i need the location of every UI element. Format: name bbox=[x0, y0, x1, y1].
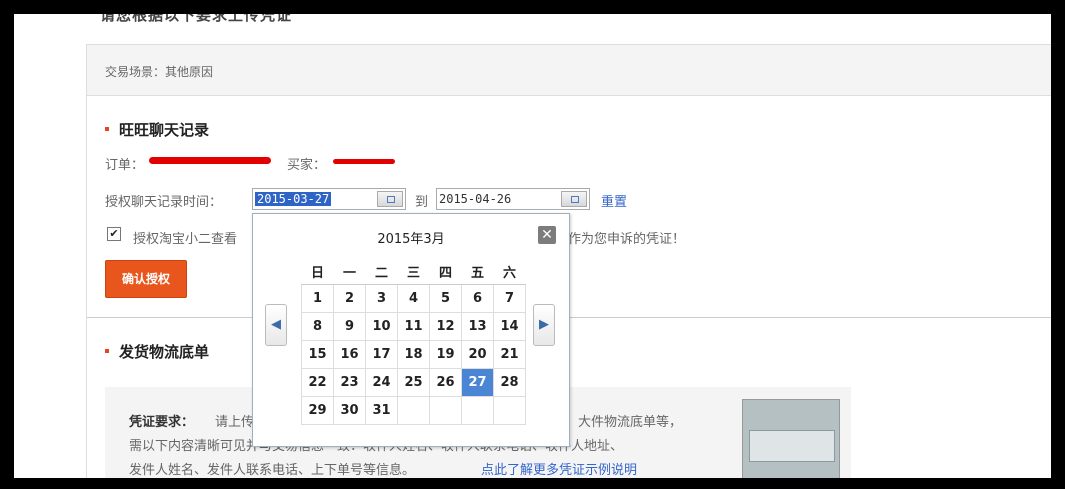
calendar-empty-cell bbox=[461, 396, 494, 425]
authorize-text-end: ，作为您申诉的凭证！ bbox=[555, 232, 686, 247]
authorize-checkbox[interactable]: ✔ bbox=[107, 227, 121, 241]
calendar-day[interactable]: 19 bbox=[429, 340, 462, 369]
calendar-day[interactable]: 21 bbox=[493, 340, 526, 369]
calendar-empty-cell bbox=[429, 396, 462, 425]
scene-bar: 交易场景：其他原因 bbox=[87, 45, 1051, 96]
requirement-line1-end: 、大件物流底单等， bbox=[565, 415, 683, 430]
requirement-line3: 发件人姓名、发件人联系电话、上下单号等信息。 bbox=[129, 463, 416, 478]
requirement-line1-start: 请上传 bbox=[215, 415, 255, 430]
calendar-day[interactable]: 30 bbox=[333, 396, 366, 425]
date-to-input[interactable]: 2015-04-26 bbox=[436, 188, 590, 210]
calendar-empty-cell bbox=[493, 396, 526, 425]
calendar-day[interactable]: 12 bbox=[429, 312, 462, 341]
calendar-icon[interactable] bbox=[377, 191, 403, 207]
bullet-icon bbox=[105, 126, 109, 131]
next-month-button[interactable]: ▶ bbox=[533, 304, 555, 346]
order-label: 订单： bbox=[105, 158, 145, 173]
calendar-empty-cell bbox=[397, 396, 430, 425]
wangwang-section-title: 旺旺聊天记录 bbox=[105, 119, 209, 140]
page-title: 请您根据以下要求上传凭证 bbox=[100, 14, 293, 24]
calendar-week-row: 8 9 10 11 12 13 14 bbox=[301, 312, 526, 341]
chat-time-label: 授权聊天记录时间： bbox=[105, 195, 223, 210]
calendar-day[interactable]: 9 bbox=[333, 312, 366, 341]
calendar-week-row: 22 23 24 25 26 27 28 bbox=[301, 368, 526, 397]
calendar-day[interactable]: 10 bbox=[365, 312, 398, 341]
calendar-day[interactable]: 29 bbox=[301, 396, 334, 425]
date-from-input[interactable]: 2015-03-27 bbox=[252, 188, 406, 210]
calendar-day[interactable]: 6 bbox=[461, 284, 494, 313]
calendar-day[interactable]: 27 bbox=[461, 368, 494, 397]
calendar-day[interactable]: 13 bbox=[461, 312, 494, 341]
authorize-text-start: 授权淘宝小二查看 bbox=[133, 232, 238, 247]
bullet-icon bbox=[105, 348, 109, 353]
confirm-authorize-button[interactable]: 确认授权 bbox=[105, 260, 187, 298]
calendar-day[interactable]: 7 bbox=[493, 284, 526, 313]
requirement-label: 凭证要求： bbox=[129, 415, 195, 430]
buyer-label: 买家： bbox=[287, 158, 327, 173]
reset-link[interactable]: 重置 bbox=[601, 191, 627, 210]
calendar-days: 1 2 3 4 5 6 7 8 9 10 11 12 13 14 15 16 17 18 19 20 21 22 23 24 2… bbox=[301, 284, 526, 425]
calendar-day[interactable]: 16 bbox=[333, 340, 366, 369]
calendar-day[interactable]: 2 bbox=[333, 284, 366, 313]
calendar-day[interactable]: 1 bbox=[301, 284, 334, 313]
calendar-day[interactable]: 24 bbox=[365, 368, 398, 397]
to-label: 到 bbox=[415, 195, 429, 210]
calendar-day[interactable]: 3 bbox=[365, 284, 398, 313]
calendar-day[interactable]: 8 bbox=[301, 312, 334, 341]
buyer-redacted bbox=[333, 159, 395, 164]
calendar-day[interactable]: 25 bbox=[397, 368, 430, 397]
calendar-day[interactable]: 28 bbox=[493, 368, 526, 397]
calendar-day[interactable]: 22 bbox=[301, 368, 334, 397]
calendar-day[interactable]: 20 bbox=[461, 340, 494, 369]
calendar-grid: 日 一 二 三 四 五 六 1 2 3 4 5 6 7 8 9 10 11 12 13 14 15 16 17 1… bbox=[301, 258, 526, 425]
calendar-week-row: 29 30 31 bbox=[301, 396, 526, 425]
weekday-header: 日 bbox=[301, 258, 334, 285]
calendar-day[interactable]: 4 bbox=[397, 284, 430, 313]
calendar-week-row: 1234567 bbox=[301, 284, 526, 313]
calendar-day[interactable]: 18 bbox=[397, 340, 430, 369]
weekday-header: 一 bbox=[333, 258, 366, 285]
example-thumbnail[interactable] bbox=[742, 399, 840, 478]
order-redacted bbox=[149, 157, 271, 164]
date-picker-popup: 2015年3月 ✕ ◀ ▶ 日 一 二 三 四 五 六 1 2 3 4 5 6 7 8 9 10 1… bbox=[252, 213, 570, 447]
weekday-header: 四 bbox=[429, 258, 462, 285]
prev-month-button[interactable]: ◀ bbox=[265, 304, 287, 346]
weekday-header: 六 bbox=[493, 258, 526, 285]
calendar-icon[interactable] bbox=[561, 191, 587, 207]
calendar-day[interactable]: 5 bbox=[429, 284, 462, 313]
calendar-day[interactable]: 23 bbox=[333, 368, 366, 397]
weekday-header: 三 bbox=[397, 258, 430, 285]
calendar-day[interactable]: 15 bbox=[301, 340, 334, 369]
calendar-day[interactable]: 11 bbox=[397, 312, 430, 341]
weekday-header: 二 bbox=[365, 258, 398, 285]
logistics-section-title: 发货物流底单 bbox=[105, 341, 209, 362]
calendar-day[interactable]: 14 bbox=[493, 312, 526, 341]
scene-label: 交易场景：其他原因 bbox=[105, 65, 214, 79]
wangwang-title-text: 旺旺聊天记录 bbox=[119, 121, 210, 139]
close-icon[interactable]: ✕ bbox=[538, 226, 556, 244]
page-frame: 请您根据以下要求上传凭证 交易场景：其他原因 旺旺聊天记录 订单： 买家： 授权… bbox=[14, 14, 1051, 478]
calendar-month-title: 2015年3月 bbox=[377, 232, 445, 247]
date-from-value: 2015-03-27 bbox=[255, 192, 332, 206]
logistics-title-text: 发货物流底单 bbox=[119, 343, 210, 361]
weekday-header: 五 bbox=[461, 258, 494, 285]
calendar-week-row: 15 16 17 18 19 20 21 bbox=[301, 340, 526, 369]
calendar-day[interactable]: 31 bbox=[365, 396, 398, 425]
example-link[interactable]: 点此了解更多凭证示例说明 bbox=[481, 459, 637, 478]
calendar-day[interactable]: 17 bbox=[365, 340, 398, 369]
date-to-value: 2015-04-26 bbox=[439, 192, 512, 206]
calendar-day[interactable]: 26 bbox=[429, 368, 462, 397]
